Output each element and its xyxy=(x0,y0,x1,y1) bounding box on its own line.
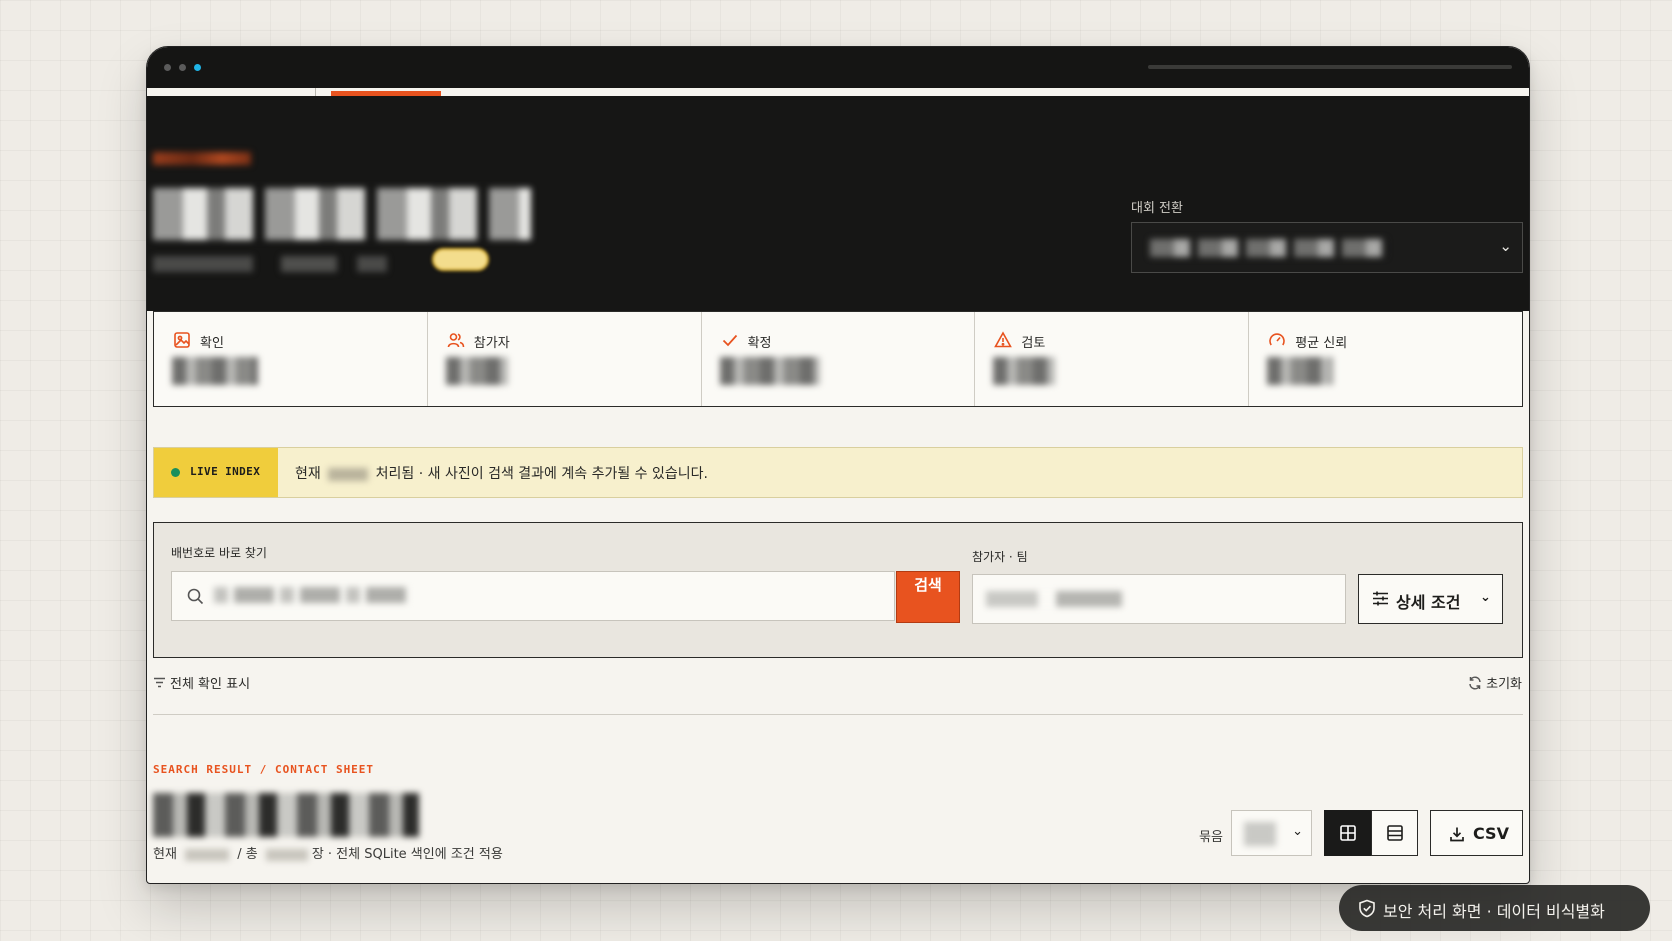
window-dot[interactable] xyxy=(179,64,186,71)
download-icon xyxy=(1450,827,1464,842)
live-message-prefix: 현재 xyxy=(295,466,321,482)
reset-button[interactable]: 초기화 xyxy=(1468,673,1522,692)
results-summary-suffix: 장 · 전체 SQLite 색인에 조건 적용 xyxy=(311,847,503,862)
live-index-banner: LIVE INDEX 현재 처리됨 · 새 사진이 검색 결과에 계속 추가될 … xyxy=(153,447,1523,498)
stat-value-redacted xyxy=(1267,357,1334,385)
search-panel: 배번호로 바로 찾기 검색 참가자 · 팀 상세 조건 ⌄ xyxy=(153,522,1523,658)
event-meta-redacted xyxy=(357,256,387,272)
tab-divider xyxy=(315,88,316,96)
stats-bar: 확인 참가자 확정 검토 평균 신뢰 xyxy=(153,311,1523,407)
results-summary: 현재 / 총 장 · 전체 SQLite 색인에 조건 적용 xyxy=(153,843,503,862)
event-meta-redacted xyxy=(153,256,253,272)
event-status-badge-redacted xyxy=(432,248,489,271)
results-kicker: SEARCH RESULT / CONTACT SHEET xyxy=(153,763,375,776)
reset-label: 초기화 xyxy=(1486,677,1522,692)
show-all-filter[interactable]: 전체 확인 표시 xyxy=(153,673,250,692)
users-icon xyxy=(447,333,465,348)
event-kicker-redacted xyxy=(153,152,251,165)
stat-label: 참가자 xyxy=(473,336,510,351)
chevron-down-icon: ⌄ xyxy=(1480,590,1491,605)
stat-label: 검토 xyxy=(1021,336,1046,351)
stat-value-redacted xyxy=(445,357,508,385)
stat-value-redacted xyxy=(719,357,820,385)
current-count-redacted xyxy=(185,848,230,861)
list-icon xyxy=(1387,825,1403,841)
chevron-down-icon: ⌄ xyxy=(1292,824,1303,839)
security-badge-label: 보안 처리 화면 · 데이터 비식별화 xyxy=(1383,902,1605,921)
security-badge: 보안 처리 화면 · 데이터 비식별화 xyxy=(1339,885,1650,931)
gauge-icon xyxy=(1269,333,1285,346)
stat-label: 확정 xyxy=(747,336,772,351)
group-by-label: 묶음 xyxy=(1199,830,1223,845)
search-button-label: 검색 xyxy=(914,576,942,594)
stat-value-redacted xyxy=(993,357,1056,385)
stat-finalized: 확정 xyxy=(702,312,976,406)
bib-input-value-redacted xyxy=(214,587,410,603)
results-summary-mid: / 총 xyxy=(237,847,258,862)
stat-avg-confidence: 평균 신뢰 xyxy=(1249,312,1522,406)
stat-confirmed: 확인 xyxy=(154,312,428,406)
event-switch-label: 대회 전환 xyxy=(1131,201,1183,216)
stat-label: 확인 xyxy=(200,336,224,351)
chevron-down-icon: ⌄ xyxy=(1499,237,1512,255)
shield-check-icon xyxy=(1359,899,1375,918)
stat-value-redacted xyxy=(172,357,258,385)
participant-input-value-redacted xyxy=(986,591,1122,607)
address-bar[interactable] xyxy=(1148,65,1512,69)
live-index-tag: LIVE INDEX xyxy=(154,448,278,497)
live-status-dot xyxy=(171,468,180,477)
advanced-filter-button[interactable]: 상세 조건 ⌄ xyxy=(1358,574,1503,624)
grid-icon xyxy=(1340,825,1356,841)
total-count-redacted xyxy=(265,848,308,861)
app-window: 대회 전환 ⌄ 확인 참가자 확정 검토 평균 신뢰 LIVE INDEX 현재… xyxy=(146,46,1530,884)
show-all-label: 전체 확인 표시 xyxy=(170,677,251,692)
results-title-redacted xyxy=(153,793,419,837)
section-divider xyxy=(153,714,1523,715)
event-switch-value-redacted xyxy=(1150,239,1386,257)
group-by-value-redacted xyxy=(1244,822,1276,846)
event-meta-redacted xyxy=(281,256,337,272)
event-header: 대회 전환 ⌄ xyxy=(147,96,1529,311)
bib-search-label: 배번호로 바로 찾기 xyxy=(171,546,267,560)
refresh-icon xyxy=(1469,676,1481,690)
stat-review: 검토 xyxy=(975,312,1250,406)
advanced-filter-label: 상세 조건 xyxy=(1396,593,1461,612)
stat-label: 평균 신뢰 xyxy=(1295,336,1348,351)
group-by-select[interactable]: ⌄ xyxy=(1231,810,1312,856)
search-icon xyxy=(187,588,204,605)
image-icon xyxy=(174,332,190,348)
alert-icon xyxy=(994,331,1013,348)
window-dot-active[interactable] xyxy=(194,64,201,71)
participant-team-label: 참가자 · 팀 xyxy=(972,550,1028,564)
event-switch-select[interactable]: ⌄ xyxy=(1131,222,1523,273)
list-view-button[interactable] xyxy=(1371,810,1418,856)
search-button[interactable]: 검색 xyxy=(896,571,960,623)
live-message-suffix: 처리됨 · 새 사진이 검색 결과에 계속 추가될 수 있습니다. xyxy=(375,466,708,482)
check-icon xyxy=(722,334,737,347)
live-index-message: 현재 처리됨 · 새 사진이 검색 결과에 계속 추가될 수 있습니다. xyxy=(295,463,708,483)
window-dot[interactable] xyxy=(164,64,171,71)
csv-download-button[interactable]: CSV xyxy=(1430,810,1523,856)
bib-search-input[interactable] xyxy=(171,571,895,621)
stat-participants: 참가자 xyxy=(428,312,702,406)
results-summary-prefix: 현재 xyxy=(153,847,177,862)
participant-team-input[interactable] xyxy=(972,574,1346,624)
filter-icon xyxy=(154,677,165,688)
csv-label: CSV xyxy=(1473,824,1509,843)
processed-count-redacted xyxy=(328,467,369,481)
window-titlebar xyxy=(147,47,1529,88)
event-title-redacted xyxy=(153,188,531,240)
live-index-label: LIVE INDEX xyxy=(190,465,261,478)
sliders-icon xyxy=(1373,591,1388,606)
grid-view-button[interactable] xyxy=(1324,810,1371,856)
